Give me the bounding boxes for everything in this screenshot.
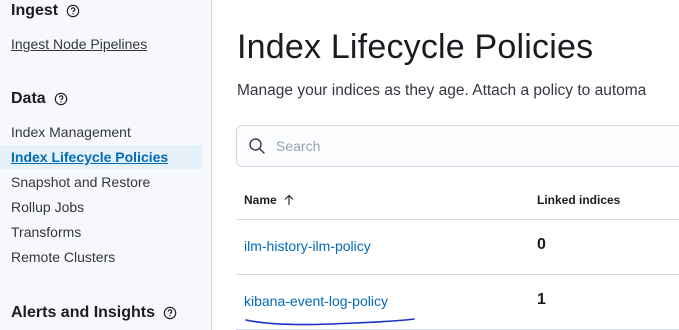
column-header-label: Name	[244, 193, 277, 207]
sidebar-section-data: Data	[11, 90, 68, 108]
sidebar-item-remote-clusters[interactable]: Remote Clusters	[0, 245, 203, 269]
sidebar-section-title: Data	[11, 90, 46, 107]
sidebar-item-rollup-jobs[interactable]: Rollup Jobs	[0, 195, 203, 219]
search-icon	[249, 138, 265, 154]
sidebar-item-index-lifecycle-policies[interactable]: Index Lifecycle Policies	[0, 145, 203, 169]
search-box[interactable]	[236, 125, 679, 167]
page-title: Index Lifecycle Policies	[237, 28, 594, 66]
main-content: Index Lifecycle Policies Manage your ind…	[213, 0, 679, 330]
help-icon[interactable]	[163, 306, 177, 320]
sidebar-section-alerts: Alerts and Insights	[11, 304, 177, 322]
sidebar-section-title: Alerts and Insights	[11, 304, 156, 321]
policies-table: Name Linked indices ilm-history-ilm-poli…	[236, 180, 679, 330]
table-header: Name Linked indices	[236, 180, 679, 220]
table-row: ilm-history-ilm-policy 0	[236, 220, 679, 275]
sidebar-item-transforms[interactable]: Transforms	[0, 220, 203, 244]
column-header-linked-indices[interactable]: Linked indices	[537, 193, 620, 207]
sidebar-section-title: Ingest	[11, 2, 59, 19]
help-icon[interactable]	[66, 4, 80, 18]
column-header-name[interactable]: Name	[244, 193, 295, 207]
policy-name-link[interactable]: ilm-history-ilm-policy	[244, 238, 371, 254]
sidebar-item-snapshot-and-restore[interactable]: Snapshot and Restore	[0, 170, 203, 194]
help-icon[interactable]	[54, 92, 68, 106]
page-description: Manage your indices as they age. Attach …	[237, 82, 647, 99]
sidebar-section-ingest: Ingest	[11, 2, 80, 20]
policy-name-link[interactable]: kibana-event-log-policy	[244, 293, 388, 309]
linked-indices-count: 0	[537, 236, 546, 253]
column-header-label: Linked indices	[537, 193, 621, 207]
arrow-up-icon	[284, 194, 294, 205]
annotation-underline	[245, 318, 415, 326]
app-root: Ingest Ingest Node Pipelines Data Index …	[0, 0, 679, 330]
sidebar-item-ingest-node-pipelines[interactable]: Ingest Node Pipelines	[0, 32, 203, 56]
linked-indices-count: 1	[537, 291, 546, 308]
sidebar-item-index-management[interactable]: Index Management	[0, 120, 203, 144]
search-input[interactable]	[276, 138, 676, 154]
sidebar: Ingest Ingest Node Pipelines Data Index …	[0, 0, 212, 330]
